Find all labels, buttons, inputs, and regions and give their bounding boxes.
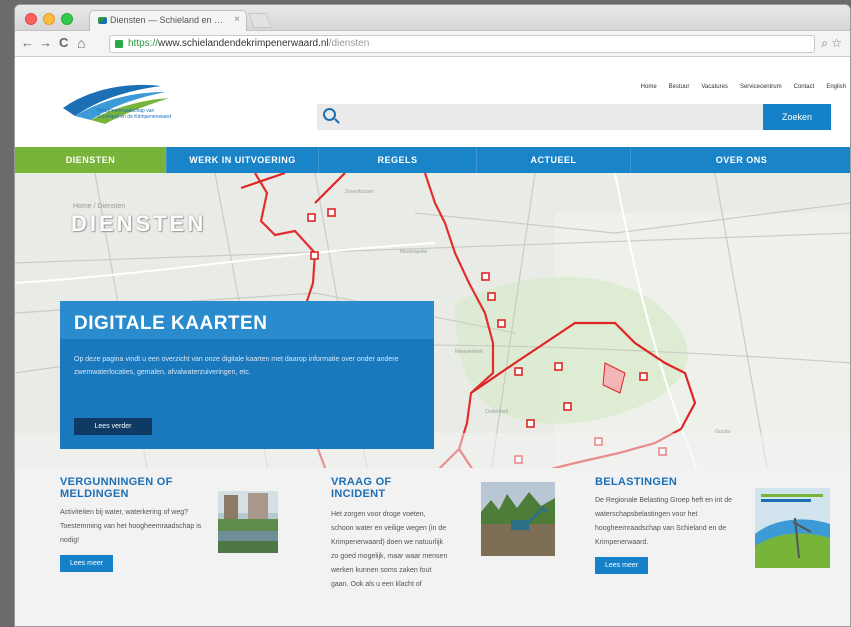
new-tab-button[interactable] bbox=[248, 13, 272, 28]
toplink-home[interactable]: Home bbox=[641, 84, 657, 90]
card-belastingen: BELASTINGEN De Regionale Belasting Groep… bbox=[595, 476, 743, 574]
card-title[interactable]: BELASTINGEN bbox=[595, 476, 743, 488]
logo-line-2: Schieland en de Krimpenerwaard bbox=[97, 114, 171, 120]
card-title[interactable]: VERGUNNINGEN OF MELDINGEN bbox=[60, 476, 205, 500]
tab-close-icon[interactable]: × bbox=[234, 14, 240, 25]
close-window-button[interactable] bbox=[25, 13, 37, 25]
works-photo bbox=[481, 482, 555, 556]
toplink-bestuur[interactable]: Bestuur bbox=[669, 84, 690, 90]
main-nav: DIENSTEN WERK IN UITVOERING REGELS ACTUE… bbox=[15, 147, 850, 173]
service-cards: VERGUNNINGEN OF MELDINGEN Activiteiten b… bbox=[15, 468, 850, 626]
breadcrumb: Home / Diensten bbox=[73, 203, 126, 210]
favicon-icon bbox=[98, 17, 107, 24]
lees-verder-button[interactable]: Lees verder bbox=[74, 418, 152, 435]
nav-item-actueel[interactable]: ACTUEEL bbox=[477, 147, 631, 173]
search-icon bbox=[323, 108, 336, 121]
svg-text:Nieuwerkerk: Nieuwerkerk bbox=[455, 349, 483, 355]
title-bar: Diensten — Schieland en … × bbox=[15, 5, 850, 31]
card-text: Het zorgen voor droge voeten, schoon wat… bbox=[331, 511, 448, 588]
nav-item-regels[interactable]: REGELS bbox=[319, 147, 477, 173]
tab-title: Diensten — Schieland en … bbox=[110, 15, 224, 25]
card-text: Activiteiten bij water, waterkering of w… bbox=[60, 509, 202, 544]
card-vraag-incident: VRAAG OF INCIDENT Het zorgen voor droge … bbox=[331, 476, 449, 592]
browser-tab[interactable]: Diensten — Schieland en … × bbox=[89, 10, 247, 31]
zoom-icon[interactable]: ⌕ bbox=[821, 36, 828, 51]
back-icon[interactable]: ← bbox=[21, 36, 34, 50]
browser-window: Diensten — Schieland en … × ← → C ⌂ http… bbox=[14, 4, 851, 627]
bookmark-star-icon[interactable]: ☆ bbox=[831, 36, 842, 50]
url-host: www.schielandendekrimpenerwaard.nl bbox=[158, 38, 329, 49]
browser-toolbar: ← → C ⌂ https://www.schielandendekrimpen… bbox=[15, 31, 850, 57]
nav-item-werk-in-uitvoering[interactable]: WERK IN UITVOERING bbox=[167, 147, 319, 173]
card-title[interactable]: VRAAG OF INCIDENT bbox=[331, 476, 449, 500]
logo-icon[interactable] bbox=[61, 78, 221, 130]
card-vergunningen: VERGUNNINGEN OF MELDINGEN Activiteiten b… bbox=[60, 476, 205, 572]
top-links: Home Bestuur Vacatures Servicecentrum Co… bbox=[641, 84, 846, 90]
logo-text: Hoogheemraadschap van Schieland en de Kr… bbox=[97, 108, 207, 120]
page-title: DIENSTEN bbox=[71, 211, 207, 236]
search-input[interactable] bbox=[345, 104, 755, 130]
home-icon[interactable]: ⌂ bbox=[77, 36, 85, 50]
maximize-window-button[interactable] bbox=[61, 13, 73, 25]
forward-icon[interactable]: → bbox=[39, 36, 52, 50]
toplink-servicecentrum[interactable]: Servicecentrum bbox=[740, 84, 782, 90]
toplink-contact[interactable]: Contact bbox=[794, 84, 815, 90]
reload-icon[interactable]: C bbox=[59, 36, 68, 50]
url-path: /diensten bbox=[328, 38, 370, 49]
digitale-kaarten-panel: DIGITALE KAARTEN Op deze pagina vindt u … bbox=[60, 301, 434, 449]
lock-icon bbox=[115, 40, 123, 48]
address-bar[interactable]: https://www.schielandendekrimpenerwaard.… bbox=[109, 35, 815, 53]
lees-meer-button[interactable]: Lees meer bbox=[595, 557, 649, 574]
panel-title: DIGITALE KAARTEN bbox=[74, 313, 268, 334]
search-bar: Zoeken bbox=[317, 104, 831, 130]
web-page: Hoogheemraadschap van Schieland en de Kr… bbox=[15, 58, 850, 626]
search-button[interactable]: Zoeken bbox=[763, 104, 831, 130]
panel-text: Op deze pagina vindt u een overzicht van… bbox=[74, 356, 399, 376]
lees-meer-button[interactable]: Lees meer bbox=[60, 555, 114, 572]
belasting-photo bbox=[755, 488, 830, 568]
toplink-english[interactable]: English bbox=[826, 84, 846, 90]
url-scheme: https:// bbox=[128, 38, 159, 49]
canal-photo bbox=[218, 491, 278, 553]
svg-text:Ouderkerk: Ouderkerk bbox=[485, 409, 509, 415]
card-text: De Regionale Belasting Groep heft en int… bbox=[595, 497, 732, 546]
minimize-window-button[interactable] bbox=[43, 13, 55, 25]
svg-text:Zevenhuizen: Zevenhuizen bbox=[345, 189, 374, 195]
nav-item-diensten[interactable]: DIENSTEN bbox=[15, 147, 167, 173]
nav-item-over-ons[interactable]: OVER ONS bbox=[631, 147, 850, 173]
svg-text:Moerkapelle: Moerkapelle bbox=[400, 249, 427, 255]
toplink-vacatures[interactable]: Vacatures bbox=[701, 84, 728, 90]
